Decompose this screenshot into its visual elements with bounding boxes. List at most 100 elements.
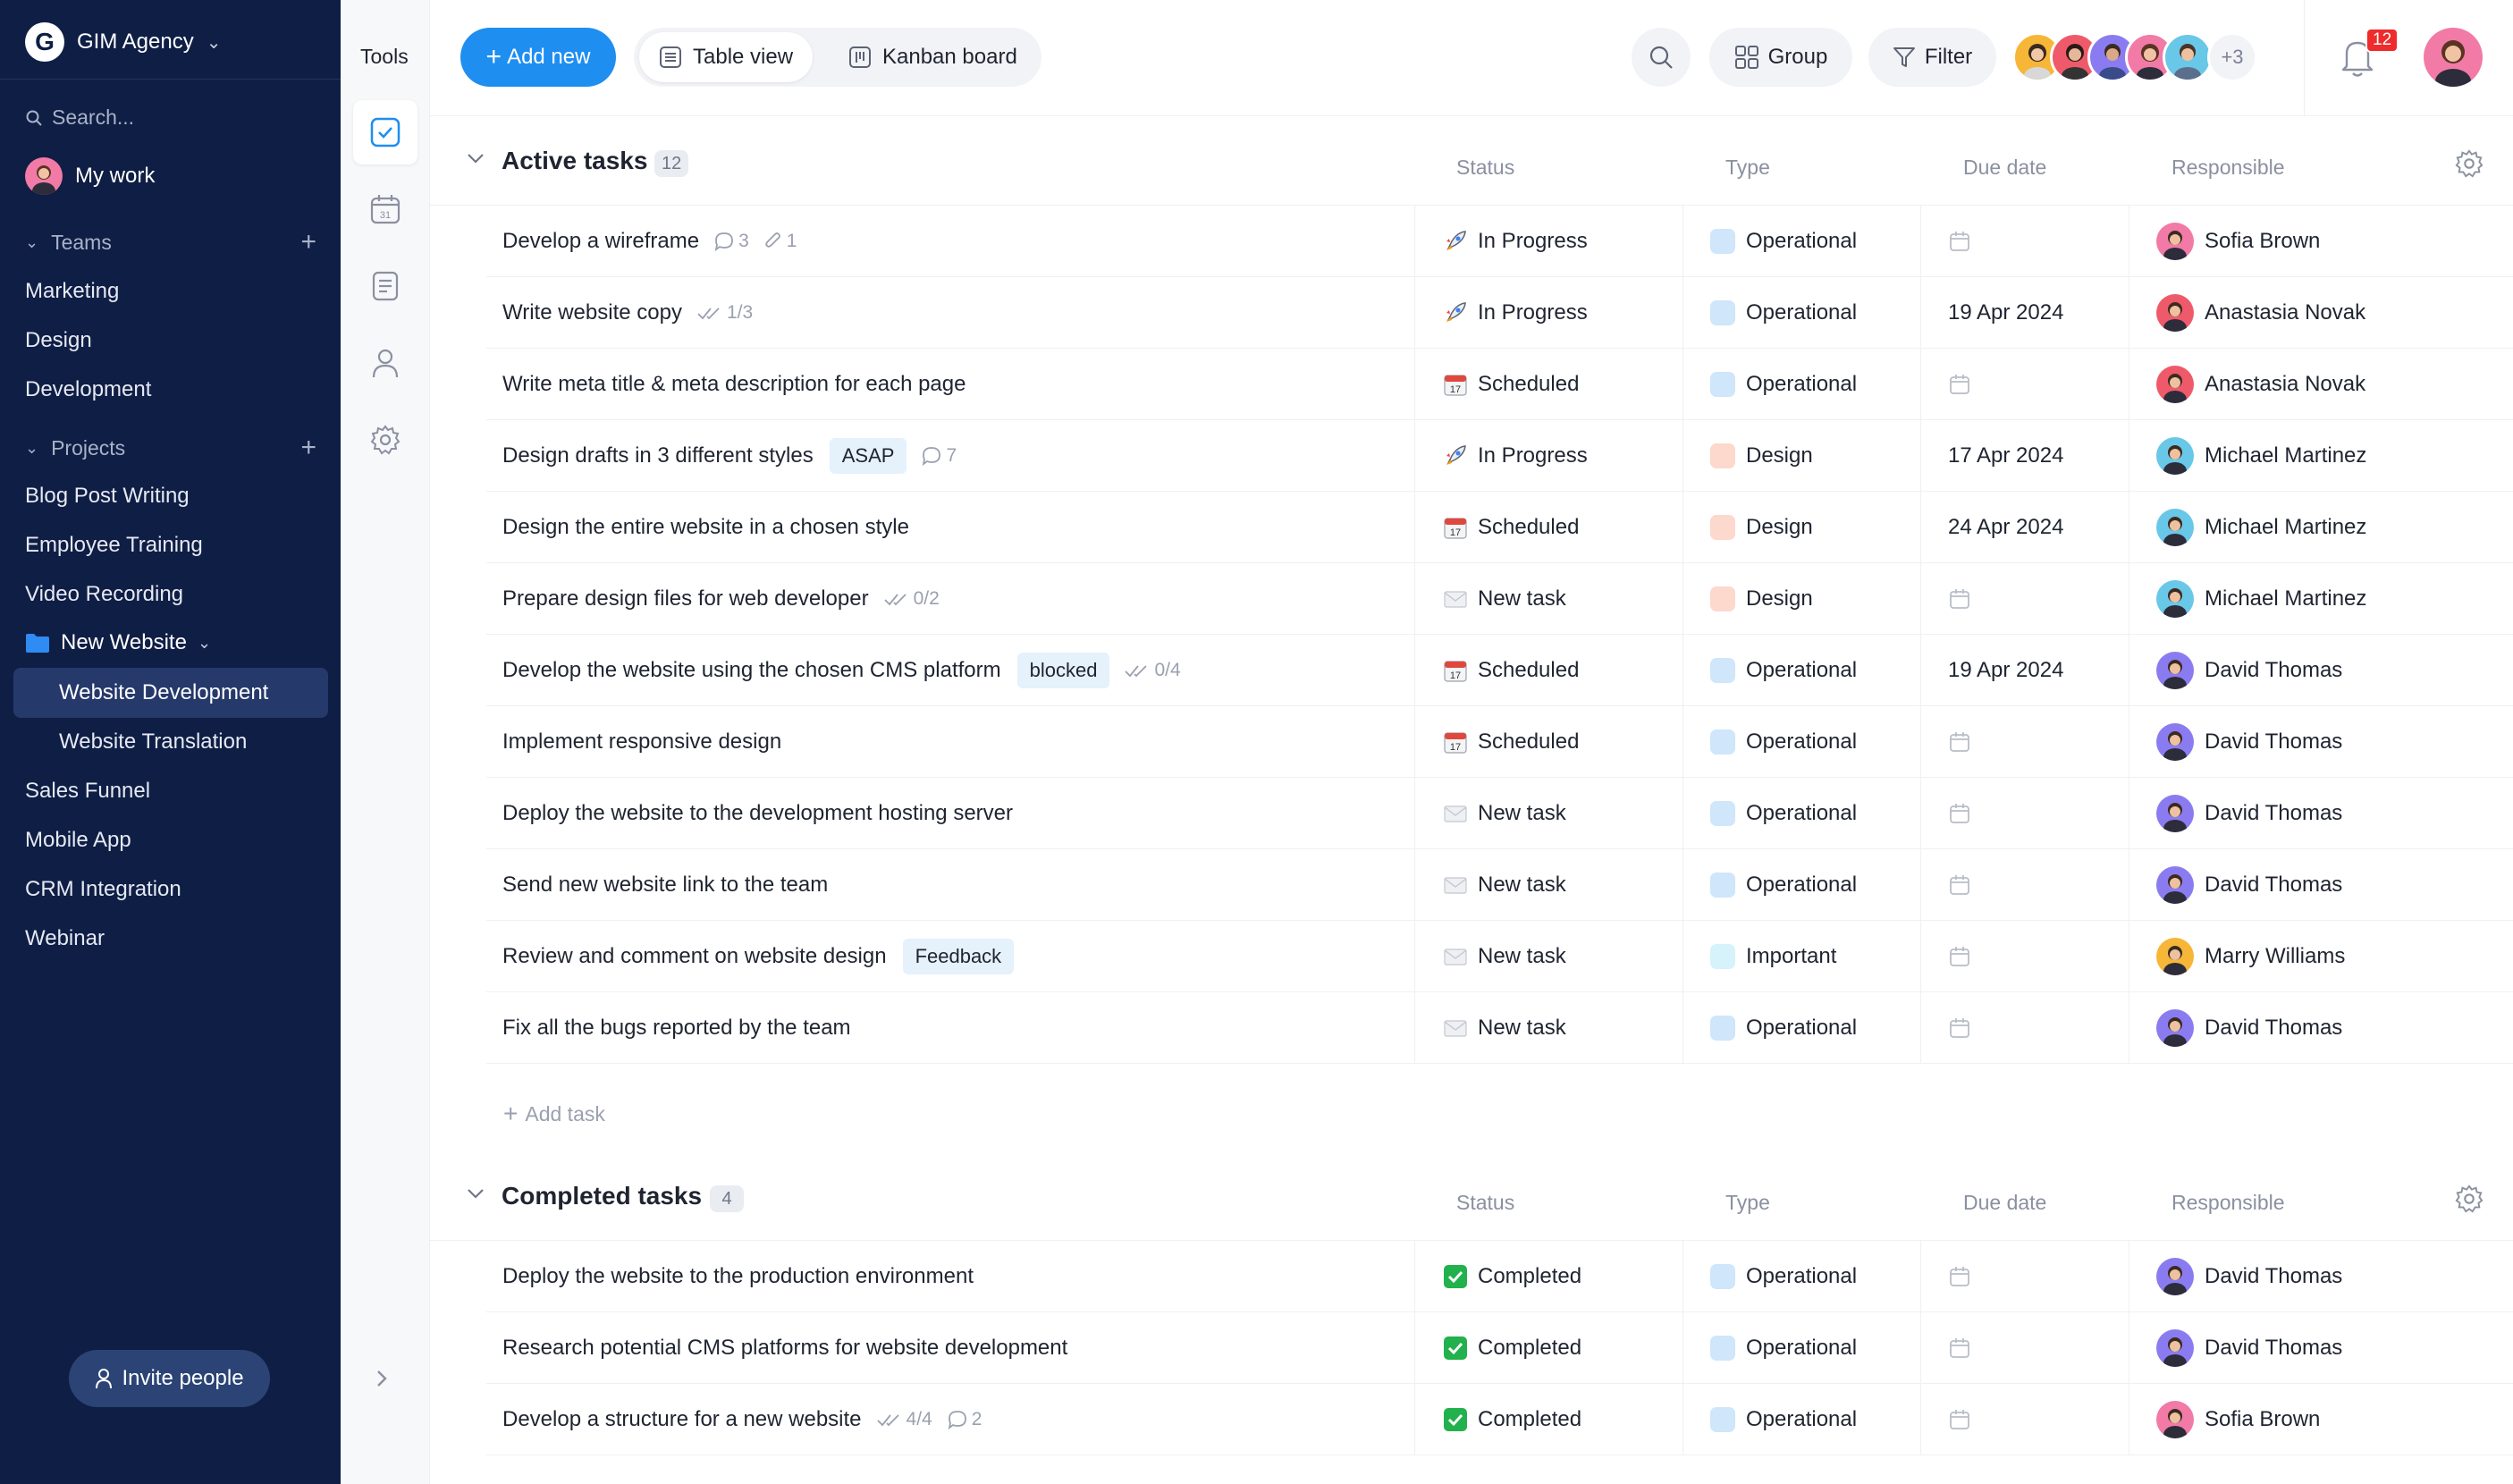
sidebar-item-my-work[interactable]: My work (25, 157, 155, 195)
task-tag[interactable]: blocked (1016, 653, 1110, 688)
due-date-cell[interactable] (1920, 921, 2129, 992)
table-row[interactable]: Research potential CMS platforms for web… (486, 1312, 2513, 1384)
table-row[interactable]: Develop a wireframe 3 1 In Progress Operatio… (486, 206, 2513, 277)
responsible-cell[interactable]: Michael Martinez (2129, 492, 2513, 563)
status-cell[interactable]: In Progress (1414, 420, 1682, 492)
type-cell[interactable]: Design (1682, 420, 1920, 492)
due-date-cell[interactable] (1920, 349, 2129, 420)
table-row[interactable]: Develop the website using the chosen CMS… (486, 635, 2513, 706)
sidebar-folder-new-website[interactable]: New Website ⌄ (25, 630, 211, 655)
type-cell[interactable]: Operational (1682, 778, 1920, 849)
type-cell[interactable]: Operational (1682, 992, 1920, 1064)
table-row[interactable]: Fix all the bugs reported by the team New… (486, 992, 2513, 1064)
task-name-cell[interactable]: Develop the website using the chosen CMS… (486, 635, 1414, 706)
task-name-cell[interactable]: Write website copy 1/3 (486, 277, 1414, 349)
teams-section-header[interactable]: ⌄ Teams + (25, 229, 316, 256)
workspace-switcher[interactable]: G GIM Agency ⌄ (25, 20, 222, 64)
task-name-cell[interactable]: Design the entire website in a chosen st… (486, 492, 1414, 563)
add-new-button[interactable]: + Add new (460, 28, 616, 87)
table-row[interactable]: Write website copy 1/3 In Progress Operatio… (486, 277, 2513, 349)
responsible-cell[interactable]: David Thomas (2129, 849, 2513, 921)
sidebar-item-website-development[interactable]: Website Development (13, 668, 328, 718)
chevron-right-icon[interactable] (373, 1368, 391, 1394)
table-row[interactable]: Deploy the website to the production env… (486, 1241, 2513, 1312)
chevron-down-icon[interactable] (464, 1182, 487, 1205)
sidebar-item-webinar[interactable]: Webinar (25, 926, 105, 951)
type-cell[interactable]: Operational (1682, 1241, 1920, 1312)
task-name-cell[interactable]: Send new website link to the team (486, 849, 1414, 921)
sidebar-item-website-translation[interactable]: Website Translation (13, 717, 328, 767)
gear-icon[interactable] (2454, 148, 2484, 179)
column-header-responsible[interactable]: Responsible (2171, 1191, 2285, 1215)
task-name-cell[interactable]: Research potential CMS platforms for web… (486, 1312, 1414, 1384)
task-tag[interactable]: Feedback (902, 939, 1015, 974)
column-header-status[interactable]: Status (1456, 156, 1514, 180)
sidebar-item-employee-training[interactable]: Employee Training (25, 533, 203, 558)
sidebar-item-development[interactable]: Development (25, 377, 151, 402)
table-row[interactable]: Implement responsive design 17 Scheduled Op… (486, 706, 2513, 778)
responsible-cell[interactable]: David Thomas (2129, 635, 2513, 706)
sidebar-item-crm-integration[interactable]: CRM Integration (25, 877, 181, 902)
projects-section-header[interactable]: ⌄ Projects + (25, 434, 316, 461)
group-button[interactable]: Group (1709, 28, 1852, 87)
responsible-cell[interactable]: David Thomas (2129, 778, 2513, 849)
type-cell[interactable]: Operational (1682, 349, 1920, 420)
tool-calendar[interactable]: 31 (353, 177, 417, 241)
tab-kanban-board[interactable]: Kanban board (829, 32, 1037, 82)
due-date-cell[interactable]: 19 Apr 2024 (1920, 277, 2129, 349)
table-row[interactable]: Design the entire website in a chosen st… (486, 492, 2513, 563)
table-row[interactable]: Send new website link to the team New tas… (486, 849, 2513, 921)
column-header-responsible[interactable]: Responsible (2171, 156, 2285, 180)
task-name-cell[interactable]: Deploy the website to the development ho… (486, 778, 1414, 849)
due-date-cell[interactable] (1920, 849, 2129, 921)
add-team-icon[interactable]: + (300, 229, 316, 256)
table-row[interactable]: Deploy the website to the development ho… (486, 778, 2513, 849)
due-date-cell[interactable]: 24 Apr 2024 (1920, 492, 2129, 563)
responsible-cell[interactable]: Michael Martinez (2129, 563, 2513, 635)
sidebar-item-video-recording[interactable]: Video Recording (25, 582, 183, 607)
table-row[interactable]: Design drafts in 3 different styles ASAP 7… (486, 420, 2513, 492)
task-name-cell[interactable]: Write meta title & meta description for … (486, 349, 1414, 420)
add-project-icon[interactable]: + (300, 434, 316, 461)
due-date-cell[interactable] (1920, 1312, 2129, 1384)
task-tag[interactable]: ASAP (829, 438, 907, 474)
attachments-count[interactable]: 1 (763, 231, 797, 252)
sidebar-item-marketing[interactable]: Marketing (25, 279, 119, 304)
tool-tasks[interactable] (353, 100, 417, 164)
task-name-cell[interactable]: Implement responsive design (486, 706, 1414, 778)
tool-people[interactable] (353, 331, 417, 395)
add-task-button[interactable]: + Add task (503, 1100, 605, 1128)
column-header-type[interactable]: Type (1725, 156, 1770, 180)
status-cell[interactable]: In Progress (1414, 206, 1682, 277)
responsible-cell[interactable]: Michael Martinez (2129, 420, 2513, 492)
filter-button[interactable]: Filter (1868, 28, 1996, 87)
due-date-cell[interactable] (1920, 992, 2129, 1064)
status-cell[interactable]: Completed (1414, 1312, 1682, 1384)
task-name-cell[interactable]: Develop a wireframe 3 1 (486, 206, 1414, 277)
tab-table-view[interactable]: Table view (639, 32, 814, 82)
type-cell[interactable]: Operational (1682, 1384, 1920, 1455)
table-row[interactable]: Prepare design files for web developer 0/… (486, 563, 2513, 635)
task-name-cell[interactable]: Deploy the website to the production env… (486, 1241, 1414, 1312)
due-date-cell[interactable] (1920, 1241, 2129, 1312)
task-name-cell[interactable]: Fix all the bugs reported by the team (486, 992, 1414, 1064)
column-header-due-date[interactable]: Due date (1963, 1191, 2046, 1215)
due-date-cell[interactable] (1920, 206, 2129, 277)
type-cell[interactable]: Operational (1682, 206, 1920, 277)
column-header-status[interactable]: Status (1456, 1191, 1514, 1215)
invite-people-button[interactable]: Invite people (69, 1350, 270, 1407)
comments-count[interactable]: 2 (947, 1409, 982, 1430)
chevron-down-icon[interactable] (464, 147, 487, 170)
sidebar-item-design[interactable]: Design (25, 328, 92, 353)
status-cell[interactable]: New task (1414, 778, 1682, 849)
responsible-cell[interactable]: Sofia Brown (2129, 1384, 2513, 1455)
status-cell[interactable]: 17 Scheduled (1414, 349, 1682, 420)
task-name-cell[interactable]: Design drafts in 3 different styles ASAP 7 (486, 420, 1414, 492)
status-cell[interactable]: 17 Scheduled (1414, 635, 1682, 706)
sidebar-item-sales-funnel[interactable]: Sales Funnel (25, 779, 150, 804)
responsible-cell[interactable]: Anastasia Novak (2129, 349, 2513, 420)
responsible-cell[interactable]: David Thomas (2129, 1241, 2513, 1312)
sidebar-item-blog-post-writing[interactable]: Blog Post Writing (25, 484, 190, 509)
due-date-cell[interactable]: 19 Apr 2024 (1920, 635, 2129, 706)
table-row[interactable]: Develop a structure for a new website 4/4… (486, 1384, 2513, 1455)
